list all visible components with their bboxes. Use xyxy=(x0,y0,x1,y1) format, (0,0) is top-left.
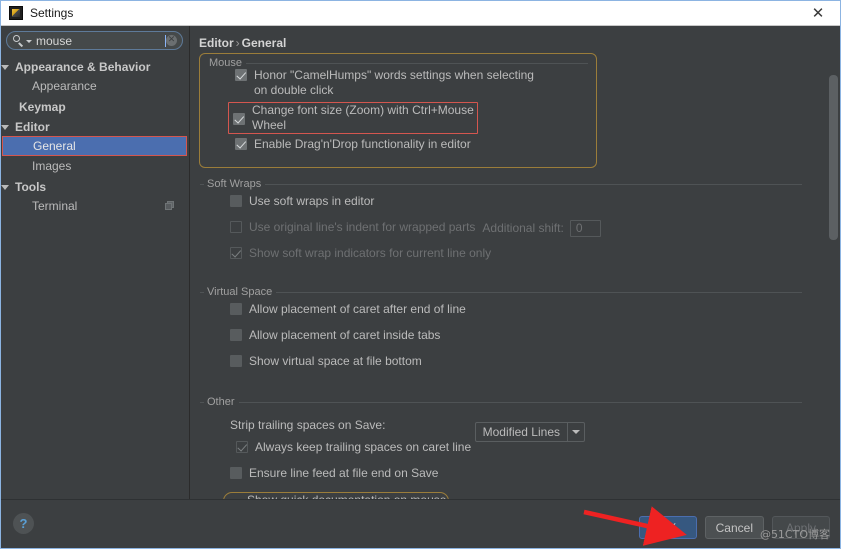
checkbox-enable-dragndrop[interactable] xyxy=(235,138,247,150)
settings-scroll-area: Mouse Honor "CamelHumps" words settings … xyxy=(190,53,840,548)
chevron-down-icon[interactable] xyxy=(1,184,9,190)
option-use-soft-wraps[interactable]: Use soft wraps in editor xyxy=(195,194,840,216)
search-area: mouse ✕ xyxy=(1,26,189,54)
strip-trailing-spaces-value: Modified Lines xyxy=(482,425,560,439)
chevron-down-icon[interactable] xyxy=(1,64,9,70)
option-honor-camelhumps[interactable]: Honor "CamelHumps" words settings when s… xyxy=(200,68,596,98)
window-title: Settings xyxy=(30,6,74,20)
sidebar-item-label: Tools xyxy=(15,180,47,194)
settings-sidebar: mouse ✕ Appearance & Behavior Appearance… xyxy=(1,26,190,548)
strip-trailing-spaces-select[interactable]: Modified Lines xyxy=(474,422,585,442)
chevron-down-icon[interactable] xyxy=(26,40,32,43)
sidebar-item-label: Keymap xyxy=(19,100,66,114)
group-virtual-space-title: Virtual Space xyxy=(204,286,277,298)
settings-dialog: Settings ✕ mouse ✕ Appearance & Behavior… xyxy=(0,0,841,549)
additional-shift-group: Additional shift: 0 xyxy=(482,220,601,237)
breadcrumb: Editor › General xyxy=(190,26,840,50)
sidebar-item-editor[interactable]: Editor xyxy=(1,116,189,136)
dialog-footer: ? OK Cancel Apply @51CTO博客 xyxy=(1,499,840,548)
additional-shift-input[interactable]: 0 xyxy=(569,220,601,237)
group-other-title: Other xyxy=(204,396,239,408)
strip-trailing-spaces-row: Strip trailing spaces on Save: Modified … xyxy=(195,412,840,442)
option-label: Change font size (Zoom) with Ctrl+Mouse … xyxy=(252,103,474,132)
checkbox-caret-after-end-of-line[interactable] xyxy=(230,303,242,315)
scrollbar-thumb[interactable] xyxy=(829,75,838,240)
breadcrumb-separator: › xyxy=(235,36,240,50)
sidebar-item-general[interactable]: General xyxy=(2,136,187,156)
sidebar-item-label: Appearance xyxy=(32,79,97,93)
copy-stack-icon xyxy=(165,201,175,211)
sidebar-item-images[interactable]: Images xyxy=(1,156,189,176)
strip-trailing-spaces-label: Strip trailing spaces on Save: xyxy=(230,418,386,432)
option-label: Honor "CamelHumps" words settings when s… xyxy=(254,68,534,97)
option-caret-inside-tabs[interactable]: Allow placement of caret inside tabs xyxy=(195,328,840,350)
checkbox-always-keep-trailing-spaces[interactable] xyxy=(236,441,248,453)
sidebar-item-appearance-behavior[interactable]: Appearance & Behavior xyxy=(1,56,189,76)
search-icon xyxy=(13,35,24,46)
checkbox-use-soft-wraps[interactable] xyxy=(230,195,242,207)
breadcrumb-root[interactable]: Editor xyxy=(199,36,234,50)
option-caret-after-end-of-line[interactable]: Allow placement of caret after end of li… xyxy=(195,302,840,324)
watermark: @51CTO博客 xyxy=(759,528,830,541)
option-show-soft-wrap-indicators[interactable]: Show soft wrap indicators for current li… xyxy=(195,246,840,268)
sidebar-item-appearance[interactable]: Appearance xyxy=(1,76,189,96)
help-button[interactable]: ? xyxy=(13,513,34,534)
close-icon[interactable]: ✕ xyxy=(796,1,840,25)
checkbox-show-soft-wrap-indicators[interactable] xyxy=(230,247,242,259)
app-icon xyxy=(9,6,23,20)
option-change-font-size-zoom[interactable]: Change font size (Zoom) with Ctrl+Mouse … xyxy=(228,102,478,134)
group-mouse-title: Mouse xyxy=(206,57,247,69)
checkbox-ensure-line-feed[interactable] xyxy=(230,467,242,479)
sidebar-item-label: Images xyxy=(32,159,72,173)
sidebar-item-label: Editor xyxy=(15,120,50,134)
option-always-keep-trailing-spaces[interactable]: Always keep trailing spaces on caret lin… xyxy=(195,440,840,462)
group-soft-wraps: Soft Wraps Use soft wraps in editor Use … xyxy=(195,178,840,276)
checkbox-use-original-indent[interactable] xyxy=(230,221,242,233)
option-label: Show virtual space at file bottom xyxy=(249,354,422,368)
group-mouse: Mouse Honor "CamelHumps" words settings … xyxy=(199,53,597,168)
option-label: Use soft wraps in editor xyxy=(249,194,375,208)
clear-icon[interactable]: ✕ xyxy=(166,35,177,46)
vertical-scrollbar[interactable] xyxy=(829,53,838,545)
sidebar-item-keymap[interactable]: Keymap xyxy=(1,96,189,116)
additional-shift-label: Additional shift: xyxy=(482,221,564,235)
option-label: Show soft wrap indicators for current li… xyxy=(249,246,492,260)
option-label: Enable Drag'n'Drop functionality in edit… xyxy=(254,137,471,151)
sidebar-item-tools[interactable]: Tools xyxy=(1,176,189,196)
cancel-button[interactable]: Cancel xyxy=(704,516,764,539)
sidebar-item-label: General xyxy=(33,139,76,153)
chevron-down-icon[interactable] xyxy=(1,124,9,130)
checkbox-honor-camelhumps[interactable] xyxy=(235,69,247,81)
option-ensure-line-feed[interactable]: Ensure line feed at file end on Save xyxy=(195,466,840,488)
search-value: mouse xyxy=(36,34,73,47)
option-virtual-space-file-bottom[interactable]: Show virtual space at file bottom xyxy=(195,354,840,376)
sidebar-item-label: Appearance & Behavior xyxy=(15,60,151,74)
option-label: Always keep trailing spaces on caret lin… xyxy=(255,440,472,454)
title-bar: Settings ✕ xyxy=(1,1,840,26)
group-soft-wraps-title: Soft Wraps xyxy=(204,178,266,190)
checkbox-change-font-size-zoom[interactable] xyxy=(233,112,245,125)
checkbox-virtual-space-file-bottom[interactable] xyxy=(230,355,242,367)
group-virtual-space: Virtual Space Allow placement of caret a… xyxy=(195,286,840,384)
option-label: Use original line's indent for wrapped p… xyxy=(249,220,476,234)
settings-tree: Appearance & Behavior Appearance Keymap … xyxy=(1,54,189,216)
option-use-original-indent[interactable]: Use original line's indent for wrapped p… xyxy=(195,220,840,242)
ok-button[interactable]: OK xyxy=(638,516,697,539)
sidebar-item-label: Terminal xyxy=(32,199,78,213)
chevron-down-icon[interactable] xyxy=(568,423,584,441)
search-input[interactable]: mouse ✕ xyxy=(6,31,183,50)
settings-content: Editor › General Mouse Honor "CamelHumps" … xyxy=(190,26,840,548)
sidebar-item-terminal[interactable]: Terminal xyxy=(1,196,189,216)
option-label: Allow placement of caret inside tabs xyxy=(249,328,441,342)
option-label: Ensure line feed at file end on Save xyxy=(249,466,439,480)
option-enable-dragndrop[interactable]: Enable Drag'n'Drop functionality in edit… xyxy=(200,137,596,159)
option-label: Allow placement of caret after end of li… xyxy=(249,302,466,316)
dialog-body: mouse ✕ Appearance & Behavior Appearance… xyxy=(1,26,840,548)
checkbox-caret-inside-tabs[interactable] xyxy=(230,329,242,341)
breadcrumb-leaf: General xyxy=(241,36,287,50)
